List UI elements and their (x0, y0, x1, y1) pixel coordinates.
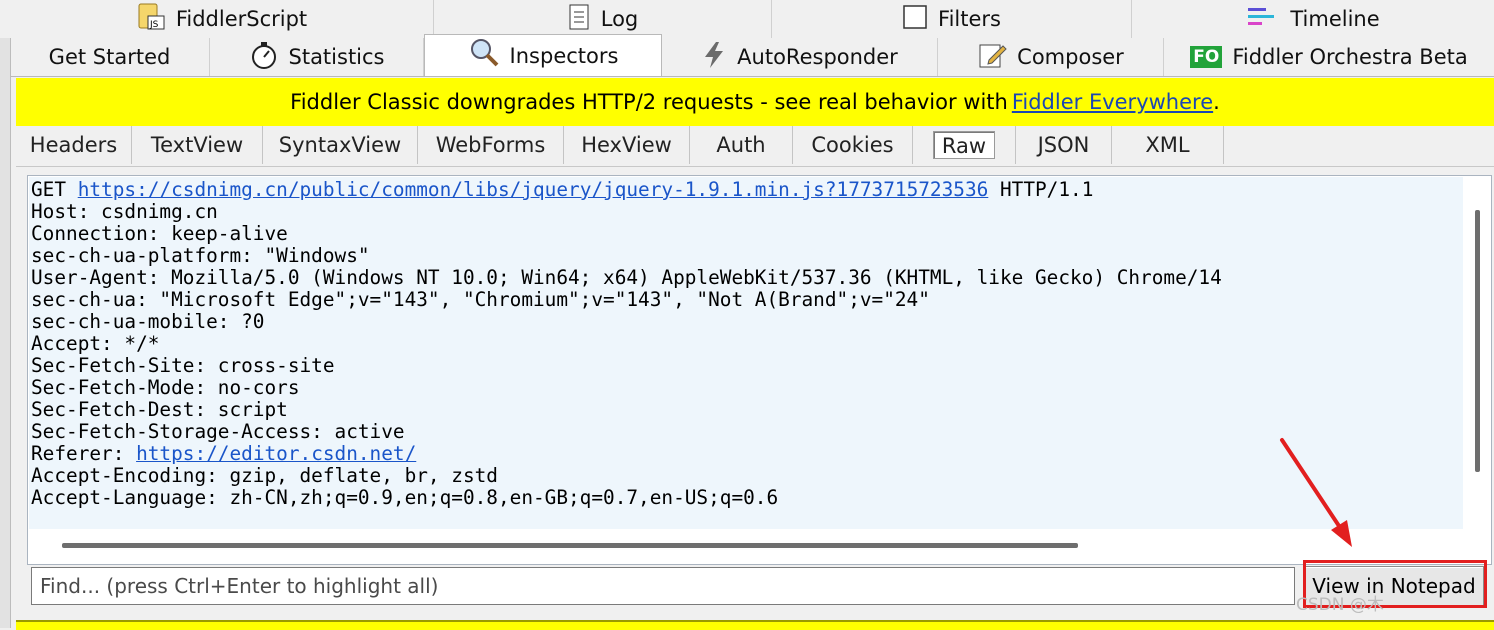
left-pane-edge (0, 38, 11, 628)
annotation-arrow (1280, 438, 1352, 547)
bottom-status-strip (16, 620, 1494, 630)
watermark: CSDN @木 (1296, 595, 1384, 615)
tab-label: Inspectors (509, 43, 619, 68)
annotation-arrow-layer (1280, 438, 1352, 547)
tab-inspectors[interactable]: Inspectors (424, 34, 662, 76)
magnifier-icon (468, 37, 500, 74)
